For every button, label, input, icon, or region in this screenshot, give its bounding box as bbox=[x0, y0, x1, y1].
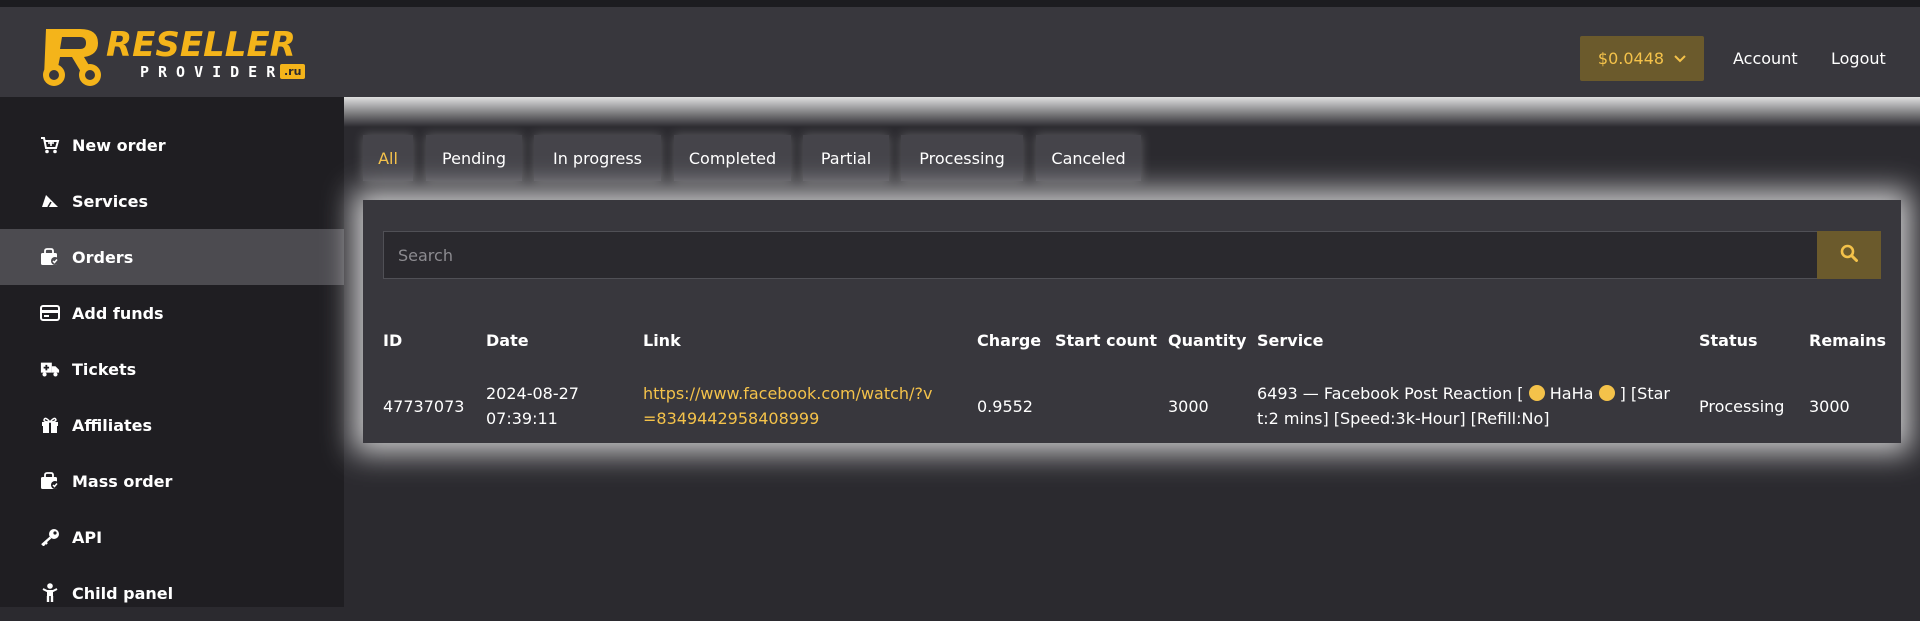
column-header-start-count: Start count bbox=[1055, 331, 1157, 350]
logout-link[interactable]: Logout bbox=[1831, 49, 1886, 68]
ambulance-icon bbox=[40, 360, 60, 378]
order-link-line2: =8349442958408999 bbox=[643, 409, 820, 428]
column-header-charge: Charge bbox=[977, 331, 1042, 350]
filter-all[interactable]: All bbox=[363, 135, 413, 181]
sidebar-item-tickets[interactable]: Tickets bbox=[0, 341, 344, 397]
credit-card-icon bbox=[40, 305, 60, 321]
order-id: 47737073 bbox=[383, 397, 465, 416]
order-charge: 0.9552 bbox=[977, 397, 1033, 416]
orders-icon bbox=[40, 248, 60, 266]
child-icon bbox=[40, 583, 60, 603]
account-link[interactable]: Account bbox=[1733, 49, 1798, 68]
order-service-text-b: HaHa bbox=[1549, 384, 1594, 403]
sidebar-item-api[interactable]: API bbox=[0, 509, 344, 565]
logo-tld: .ru bbox=[280, 64, 306, 79]
search-icon bbox=[1840, 244, 1858, 266]
column-header-link: Link bbox=[643, 331, 681, 350]
sidebar-item-label: Mass order bbox=[72, 471, 173, 491]
chevron-down-icon bbox=[1674, 52, 1686, 66]
sidebar-item-orders[interactable]: Orders bbox=[0, 229, 344, 285]
sidebar-item-services[interactable]: Services bbox=[0, 173, 344, 229]
cart-icon bbox=[40, 136, 60, 154]
key-icon bbox=[40, 528, 60, 546]
sidebar-item-label: New order bbox=[72, 135, 166, 155]
filter-canceled[interactable]: Canceled bbox=[1036, 135, 1141, 181]
order-link-line1: https://www.facebook.com/watch/?v bbox=[643, 384, 933, 403]
order-service-text-a: 6493 — Facebook Post Reaction [ bbox=[1257, 384, 1524, 403]
sidebar-item-add-funds[interactable]: Add funds bbox=[0, 285, 344, 341]
column-header-service: Service bbox=[1257, 331, 1324, 350]
order-status: Processing bbox=[1699, 397, 1785, 416]
order-date-day: 2024-08-27 bbox=[486, 384, 579, 403]
header-glow bbox=[344, 97, 1920, 127]
order-quantity: 3000 bbox=[1168, 397, 1209, 416]
order-date: 2024-08-27 07:39:11 bbox=[486, 381, 579, 431]
order-link[interactable]: https://www.facebook.com/watch/?v =83494… bbox=[643, 381, 932, 431]
sidebar-item-mass-order[interactable]: Mass order bbox=[0, 453, 344, 509]
filter-pending[interactable]: Pending bbox=[426, 135, 522, 181]
logo-mark bbox=[43, 29, 101, 86]
top-strip bbox=[0, 0, 1920, 7]
column-header-date: Date bbox=[486, 331, 529, 350]
logo-text-sub: PROVIDER bbox=[140, 63, 285, 81]
filter-processing[interactable]: Processing bbox=[901, 135, 1023, 181]
balance-dropdown[interactable]: $0.0448 bbox=[1580, 36, 1704, 81]
sidebar-item-label: Services bbox=[72, 191, 149, 211]
orders-panel: ID Date Link Charge Start count Quantity… bbox=[363, 200, 1901, 443]
search-input[interactable] bbox=[383, 231, 1821, 279]
sidebar: New order Services Orders Add funds Tick… bbox=[0, 97, 344, 607]
header: RESELLER PROVIDER .ru $0.0448 Account Lo… bbox=[0, 7, 1920, 97]
sidebar-item-label: Affiliates bbox=[72, 415, 153, 435]
sidebar-item-child-panel[interactable]: Child panel bbox=[0, 565, 344, 621]
order-service: 6493 — Facebook Post Reaction [ HaHa ] [… bbox=[1257, 381, 1677, 431]
gift-icon bbox=[40, 416, 60, 434]
laughing-emoji-icon bbox=[1598, 385, 1615, 401]
sidebar-item-affiliates[interactable]: Affiliates bbox=[0, 397, 344, 453]
column-header-status: Status bbox=[1699, 331, 1758, 350]
order-service-line2: t:2 mins] [Speed:3k-Hour] [Refill:No] bbox=[1257, 409, 1550, 428]
logo[interactable]: RESELLER PROVIDER .ru bbox=[40, 21, 310, 89]
sidebar-item-label: Child panel bbox=[72, 583, 174, 603]
logo-text-main: RESELLER bbox=[106, 25, 296, 65]
mass-order-icon bbox=[40, 472, 60, 490]
sidebar-item-new-order[interactable]: New order bbox=[0, 117, 344, 173]
laughing-emoji-icon bbox=[1528, 385, 1545, 401]
paper-plane-icon bbox=[40, 193, 60, 209]
balance-value: $0.0448 bbox=[1597, 49, 1665, 68]
column-header-id: ID bbox=[383, 331, 403, 350]
order-remains: 3000 bbox=[1809, 397, 1850, 416]
filter-in-progress[interactable]: In progress bbox=[534, 135, 661, 181]
sidebar-item-label: Orders bbox=[72, 247, 134, 267]
order-date-time: 07:39:11 bbox=[486, 409, 558, 428]
sidebar-item-label: API bbox=[72, 527, 103, 547]
filter-completed[interactable]: Completed bbox=[674, 135, 791, 181]
column-header-quantity: Quantity bbox=[1168, 331, 1247, 350]
sidebar-item-label: Tickets bbox=[72, 359, 137, 379]
sidebar-item-label: Add funds bbox=[72, 303, 164, 323]
filter-partial[interactable]: Partial bbox=[803, 135, 889, 181]
order-service-text-c: ] [Star bbox=[1619, 384, 1670, 403]
search-button[interactable] bbox=[1817, 231, 1881, 279]
column-header-remains: Remains bbox=[1809, 331, 1887, 350]
